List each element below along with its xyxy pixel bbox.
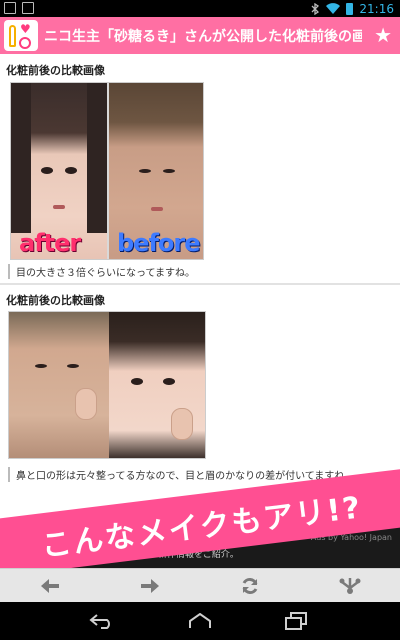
after-face-image [109,312,205,458]
page-title: ニコ生主「砂糖るき」さんが公開した化粧前後の画 [44,29,362,45]
wifi-icon [326,3,341,15]
home-icon[interactable] [170,602,230,640]
system-nav-bar [0,602,400,640]
comparison-image[interactable]: after before [10,82,204,260]
ring-icon [19,37,31,49]
gallery-notification-icon [4,2,16,14]
image-caption: 目の大きさ３倍ぐらいになってますね。 [8,264,195,279]
before-face-image [9,312,109,458]
status-bar: 21:16 [0,0,400,17]
status-left-icons [4,2,34,14]
refresh-icon[interactable] [225,569,275,603]
app-header: ♥ ニコ生主「砂糖るき」さんが公開した化粧前後の画 ★ [0,17,400,54]
before-label: before [117,229,200,257]
status-time: 21:16 [359,2,394,16]
image-notification-icon [22,2,34,14]
after-label: after [19,229,81,257]
bluetooth-icon [311,3,320,15]
divider [0,283,400,285]
section-title: 化粧前後の比較画像 [6,64,105,77]
screen: 21:16 ♥ ニコ生主「砂糖るき」さんが公開した化粧前後の画 ★ 化粧前後の比… [0,0,400,640]
heart-icon: ♥ [20,22,31,36]
back-arrow-icon[interactable] [25,569,75,603]
star-icon[interactable]: ★ [374,24,392,46]
back-icon[interactable] [72,602,132,640]
comparison-image[interactable] [8,311,206,459]
battery-icon [346,3,354,15]
app-logo[interactable]: ♥ [4,20,38,51]
status-right-icons: 21:16 [310,2,394,16]
browser-toolbar [0,568,400,602]
spoon-icon [9,25,16,47]
forward-arrow-icon[interactable] [125,569,175,603]
recent-apps-icon[interactable] [266,602,326,640]
section-title: 化粧前後の比較画像 [6,294,105,307]
share-icon[interactable] [325,569,375,603]
